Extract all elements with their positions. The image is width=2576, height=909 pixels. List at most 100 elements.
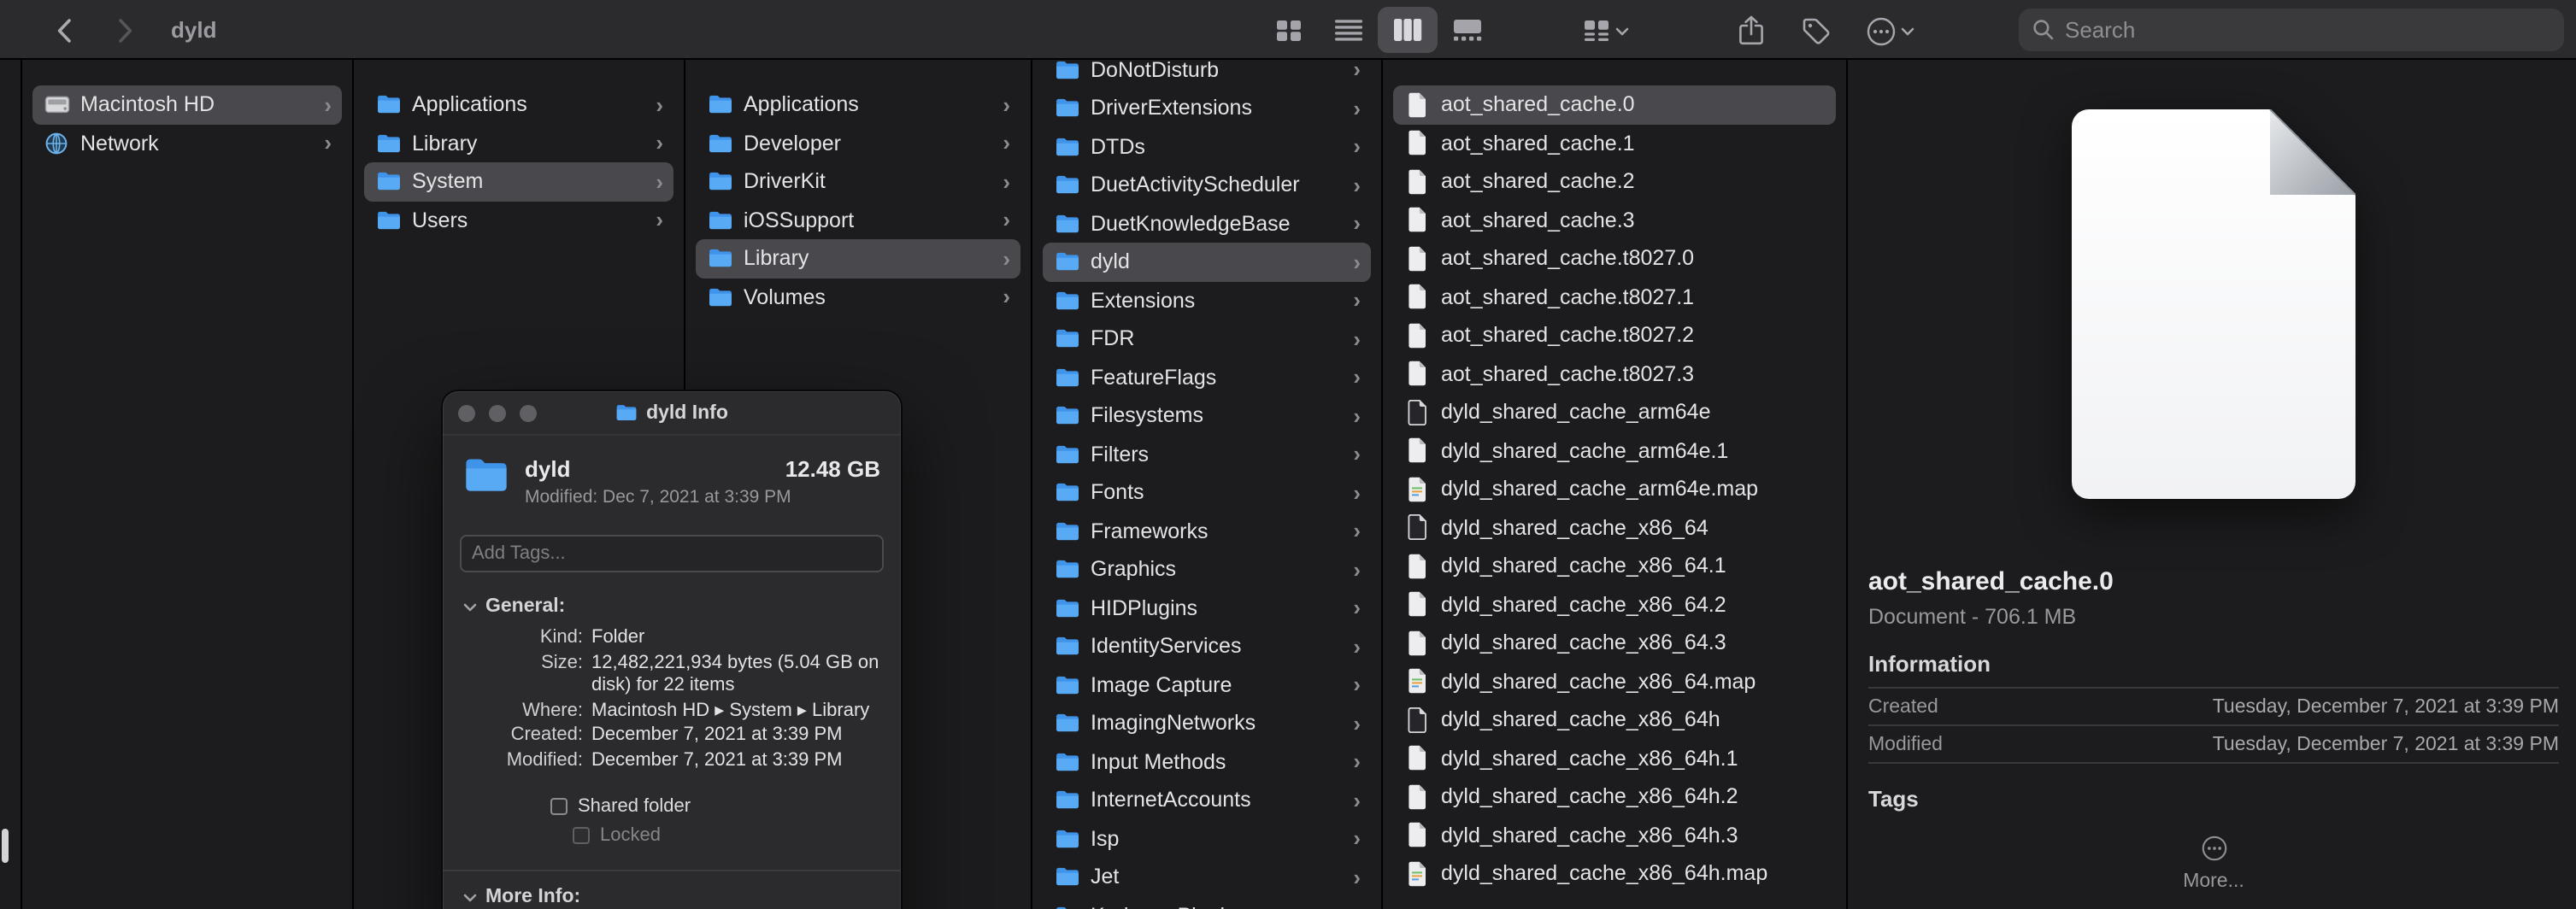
zoom-button[interactable] <box>520 404 537 421</box>
folder-icon <box>1053 60 1080 80</box>
group-button[interactable] <box>1569 10 1641 51</box>
folder-row[interactable]: DuetKnowledgeBase › <box>1043 204 1371 243</box>
file-row[interactable]: dyld_shared_cache_x86_64h.2 <box>1393 777 1836 816</box>
more-ellipsis-icon[interactable] <box>1868 836 2559 861</box>
file-row[interactable]: aot_shared_cache.3 <box>1393 201 1836 239</box>
search-field[interactable] <box>2019 9 2564 51</box>
file-row[interactable]: dyld_shared_cache_x86_64h.1 <box>1393 739 1836 777</box>
folder-row[interactable]: InternetAccounts › <box>1043 781 1371 819</box>
gallery-view-button[interactable] <box>1438 7 1497 53</box>
locked-checkbox[interactable] <box>573 827 590 844</box>
file-row[interactable]: dyld_shared_cache_x86_64.3 <box>1393 624 1836 662</box>
folder-row[interactable]: Input Methods › <box>1043 742 1371 781</box>
share-button[interactable] <box>1726 10 1774 51</box>
back-button[interactable] <box>44 12 82 50</box>
item-label: System <box>412 169 484 194</box>
file-row[interactable]: dyld_shared_cache_x86_64h.3 <box>1393 816 1836 854</box>
file-row[interactable]: dyld_shared_cache_x86_64h.map <box>1393 854 1836 893</box>
chevron-right-icon: › <box>1353 633 1361 660</box>
folder-row[interactable]: FDR › <box>1043 320 1371 358</box>
file-row[interactable]: aot_shared_cache.2 <box>1393 162 1836 201</box>
chevron-right-icon <box>118 19 132 43</box>
folder-row[interactable]: iOSSupport › <box>696 201 1020 239</box>
information-heading: Information <box>1868 651 1991 677</box>
folder-row[interactable]: DriverExtensions › <box>1043 89 1371 127</box>
folder-row[interactable]: DuetActivityScheduler › <box>1043 166 1371 204</box>
folder-row[interactable]: System › <box>364 162 673 201</box>
globe-icon <box>43 132 70 155</box>
more-actions-button[interactable] <box>1856 10 1925 51</box>
folder-row[interactable]: Applications › <box>364 85 673 124</box>
file-row[interactable]: dyld_shared_cache_arm64e.map <box>1393 470 1836 508</box>
general-section-header[interactable]: General: <box>443 572 901 625</box>
file-row[interactable]: aot_shared_cache.0 <box>1393 85 1836 124</box>
folder-row[interactable]: Library › <box>364 124 673 162</box>
file-row[interactable]: aot_shared_cache.1 <box>1393 124 1836 162</box>
folder-row[interactable]: DriverKit › <box>696 162 1020 201</box>
file-row[interactable]: aot_shared_cache.t8027.3 <box>1393 355 1836 393</box>
folder-row[interactable]: Volumes › <box>696 278 1020 316</box>
item-label: Jet <box>1091 865 1120 889</box>
more-info-section-header[interactable]: More Info: <box>443 870 901 909</box>
file-row[interactable]: dyld_shared_cache_x86_64h <box>1393 701 1836 739</box>
file-row[interactable]: dyld_shared_cache_x86_64.map <box>1393 662 1836 701</box>
created-label: Created: <box>510 724 583 745</box>
icon-view-button[interactable] <box>1258 7 1318 53</box>
minimize-button[interactable] <box>489 404 506 421</box>
item-label: aot_shared_cache.1 <box>1441 131 1635 155</box>
folder-row[interactable]: Users › <box>364 201 673 239</box>
folder-row[interactable]: Network › <box>32 124 342 162</box>
folder-row[interactable]: Developer › <box>696 124 1020 162</box>
forward-button[interactable] <box>106 12 144 50</box>
chevron-right-icon: › <box>1353 95 1361 121</box>
folder-row[interactable]: Frameworks › <box>1043 512 1371 550</box>
folder-row[interactable]: IdentityServices › <box>1043 627 1371 666</box>
item-label: dyld_shared_cache_x86_64h.3 <box>1441 823 1738 847</box>
folder-row[interactable]: Filters › <box>1043 435 1371 473</box>
folder-row[interactable]: Image Capture › <box>1043 666 1371 704</box>
kind-value: Folder <box>591 627 645 648</box>
scrollbar-thumb[interactable] <box>2 829 9 863</box>
item-label: IdentityServices <box>1091 634 1242 659</box>
more-link[interactable]: More... <box>1868 871 2559 892</box>
shared-folder-checkbox[interactable] <box>550 798 568 815</box>
file-row[interactable]: dyld_shared_cache_x86_64.1 <box>1393 547 1836 585</box>
folder-row[interactable]: Library › <box>696 239 1020 278</box>
chevron-right-icon: › <box>324 130 332 156</box>
folder-row[interactable]: KerberosPlugins › <box>1043 896 1371 909</box>
search-input[interactable] <box>2065 17 2550 43</box>
folder-row[interactable]: Jet › <box>1043 858 1371 896</box>
file-row[interactable]: aot_shared_cache.t8027.0 <box>1393 239 1836 278</box>
file-row[interactable]: aot_shared_cache.t8027.1 <box>1393 278 1836 316</box>
list-view-button[interactable] <box>1318 7 1378 53</box>
folder-icon <box>706 95 733 115</box>
column-view-button[interactable] <box>1378 7 1438 53</box>
close-button[interactable] <box>458 404 475 421</box>
file-row[interactable]: dyld_shared_cache_x86_64 <box>1393 508 1836 547</box>
folder-row[interactable]: Applications › <box>696 85 1020 124</box>
file-row[interactable]: aot_shared_cache.t8027.2 <box>1393 316 1836 355</box>
add-tags-input[interactable] <box>460 535 884 572</box>
folder-row[interactable]: Fonts › <box>1043 473 1371 512</box>
file-row[interactable]: dyld_shared_cache_arm64e.1 <box>1393 431 1836 470</box>
chevron-right-icon: › <box>1353 249 1361 275</box>
folder-row[interactable]: Graphics › <box>1043 550 1371 589</box>
chevron-right-icon: › <box>1003 91 1010 118</box>
folder-row[interactable]: DoNotDisturb › <box>1043 60 1371 89</box>
folder-row[interactable]: Filesystems › <box>1043 396 1371 435</box>
folder-row[interactable]: HIDPlugins › <box>1043 589 1371 627</box>
folder-row[interactable]: dyld › <box>1043 243 1371 281</box>
chevron-right-icon: › <box>1003 168 1010 195</box>
item-label: FDR <box>1091 326 1135 351</box>
folder-row[interactable]: Macintosh HD › <box>32 85 342 124</box>
file-row[interactable]: dyld_shared_cache_arm64e <box>1393 393 1836 431</box>
folder-row[interactable]: DTDs › <box>1043 127 1371 166</box>
folder-icon <box>1053 214 1080 234</box>
folder-row[interactable]: Isp › <box>1043 819 1371 858</box>
folder-row[interactable]: Extensions › <box>1043 281 1371 320</box>
tags-button[interactable] <box>1791 10 1839 51</box>
item-label: aot_shared_cache.t8027.3 <box>1441 361 1695 386</box>
folder-row[interactable]: FeatureFlags › <box>1043 358 1371 396</box>
file-row[interactable]: dyld_shared_cache_x86_64.2 <box>1393 585 1836 624</box>
folder-row[interactable]: ImagingNetworks › <box>1043 704 1371 742</box>
